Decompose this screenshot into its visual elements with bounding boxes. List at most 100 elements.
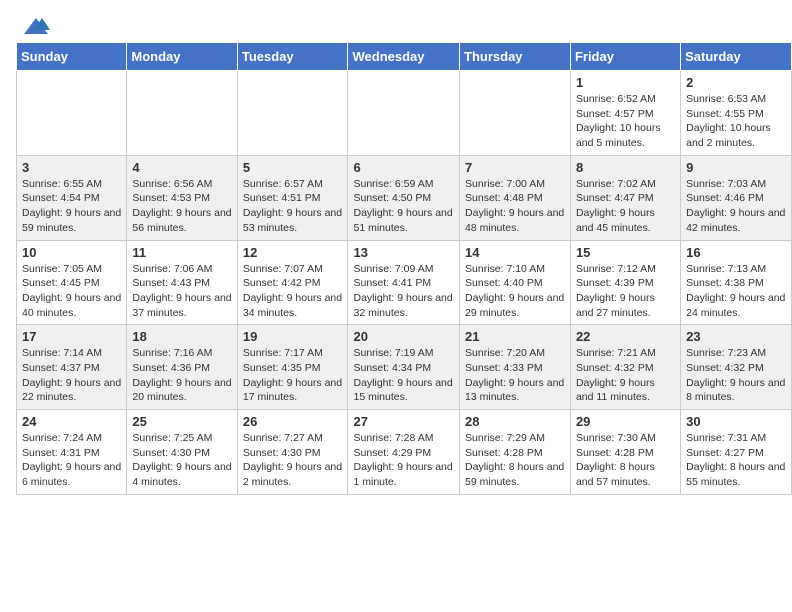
day-number: 22 — [576, 329, 675, 344]
day-number: 26 — [243, 414, 343, 429]
logo — [20, 16, 50, 34]
calendar-cell: 16 Sunrise: 7:13 AM Sunset: 4:38 PM Dayli… — [681, 240, 792, 325]
day-info: Sunrise: 6:52 AM Sunset: 4:57 PM Dayligh… — [576, 93, 661, 149]
calendar-cell: 23 Sunrise: 7:23 AM Sunset: 4:32 PM Dayli… — [681, 325, 792, 410]
day-info: Sunrise: 7:23 AM Sunset: 4:32 PM Dayligh… — [686, 347, 785, 403]
day-info: Sunrise: 7:05 AM Sunset: 4:45 PM Dayligh… — [22, 263, 121, 319]
calendar-cell: 4 Sunrise: 6:56 AM Sunset: 4:53 PM Daylig… — [127, 155, 237, 240]
weekday-monday: Monday — [127, 43, 237, 71]
day-info: Sunrise: 6:59 AM Sunset: 4:50 PM Dayligh… — [353, 178, 452, 234]
day-info: Sunrise: 6:53 AM Sunset: 4:55 PM Dayligh… — [686, 93, 771, 149]
day-info: Sunrise: 7:28 AM Sunset: 4:29 PM Dayligh… — [353, 432, 452, 488]
calendar-body: 1Sunrise: 6:52 AM Sunset: 4:57 PM Daylig… — [17, 71, 792, 495]
day-info: Sunrise: 7:27 AM Sunset: 4:30 PM Dayligh… — [243, 432, 342, 488]
logo-icon — [22, 16, 50, 38]
day-info: Sunrise: 7:20 AM Sunset: 4:33 PM Dayligh… — [465, 347, 564, 403]
day-info: Sunrise: 7:19 AM Sunset: 4:34 PM Dayligh… — [353, 347, 452, 403]
calendar-cell: 14 Sunrise: 7:10 AM Sunset: 4:40 PM Dayli… — [460, 240, 571, 325]
day-info: Sunrise: 7:25 AM Sunset: 4:30 PM Dayligh… — [132, 432, 231, 488]
calendar-cell — [348, 71, 460, 156]
calendar-cell: 30Sunrise: 7:31 AM Sunset: 4:27 PM Dayli… — [681, 410, 792, 495]
day-number: 13 — [353, 245, 454, 260]
weekday-tuesday: Tuesday — [237, 43, 348, 71]
day-number: 8 — [576, 160, 675, 175]
day-number: 29 — [576, 414, 675, 429]
day-number: 16 — [686, 245, 786, 260]
calendar-cell — [127, 71, 237, 156]
calendar-cell: 2 Sunrise: 6:53 AM Sunset: 4:55 PM Daylig… — [681, 71, 792, 156]
day-number: 17 — [22, 329, 121, 344]
calendar-cell: 18 Sunrise: 7:16 AM Sunset: 4:36 PM Dayli… — [127, 325, 237, 410]
calendar-table: SundayMondayTuesdayWednesdayThursdayFrid… — [16, 42, 792, 495]
day-info: Sunrise: 7:24 AM Sunset: 4:31 PM Dayligh… — [22, 432, 121, 488]
day-number: 23 — [686, 329, 786, 344]
day-number: 12 — [243, 245, 343, 260]
day-number: 28 — [465, 414, 565, 429]
weekday-saturday: Saturday — [681, 43, 792, 71]
day-info: Sunrise: 7:07 AM Sunset: 4:42 PM Dayligh… — [243, 263, 342, 319]
weekday-header-row: SundayMondayTuesdayWednesdayThursdayFrid… — [17, 43, 792, 71]
weekday-friday: Friday — [570, 43, 680, 71]
day-number: 4 — [132, 160, 231, 175]
calendar-week-1: 1Sunrise: 6:52 AM Sunset: 4:57 PM Daylig… — [17, 71, 792, 156]
day-info: Sunrise: 7:17 AM Sunset: 4:35 PM Dayligh… — [243, 347, 342, 403]
weekday-sunday: Sunday — [17, 43, 127, 71]
calendar-cell: 25 Sunrise: 7:25 AM Sunset: 4:30 PM Dayli… — [127, 410, 237, 495]
day-info: Sunrise: 7:09 AM Sunset: 4:41 PM Dayligh… — [353, 263, 452, 319]
day-number: 21 — [465, 329, 565, 344]
calendar-cell: 10 Sunrise: 7:05 AM Sunset: 4:45 PM Dayli… — [17, 240, 127, 325]
day-number: 27 — [353, 414, 454, 429]
calendar-week-2: 3 Sunrise: 6:55 AM Sunset: 4:54 PM Daylig… — [17, 155, 792, 240]
day-number: 6 — [353, 160, 454, 175]
calendar-cell: 6 Sunrise: 6:59 AM Sunset: 4:50 PM Daylig… — [348, 155, 460, 240]
day-number: 15 — [576, 245, 675, 260]
calendar-cell — [460, 71, 571, 156]
calendar-cell — [237, 71, 348, 156]
calendar-cell: 27 Sunrise: 7:28 AM Sunset: 4:29 PM Dayli… — [348, 410, 460, 495]
day-number: 18 — [132, 329, 231, 344]
day-info: Sunrise: 6:57 AM Sunset: 4:51 PM Dayligh… — [243, 178, 342, 234]
day-number: 19 — [243, 329, 343, 344]
day-number: 24 — [22, 414, 121, 429]
calendar-week-3: 10 Sunrise: 7:05 AM Sunset: 4:45 PM Dayli… — [17, 240, 792, 325]
calendar-cell: 17 Sunrise: 7:14 AM Sunset: 4:37 PM Dayli… — [17, 325, 127, 410]
day-info: Sunrise: 6:55 AM Sunset: 4:54 PM Dayligh… — [22, 178, 121, 234]
day-number: 2 — [686, 75, 786, 90]
calendar-cell: 22Sunrise: 7:21 AM Sunset: 4:32 PM Dayli… — [570, 325, 680, 410]
calendar-week-5: 24 Sunrise: 7:24 AM Sunset: 4:31 PM Dayli… — [17, 410, 792, 495]
day-info: Sunrise: 7:10 AM Sunset: 4:40 PM Dayligh… — [465, 263, 564, 319]
calendar-cell: 20 Sunrise: 7:19 AM Sunset: 4:34 PM Dayli… — [348, 325, 460, 410]
day-number: 25 — [132, 414, 231, 429]
day-number: 11 — [132, 245, 231, 260]
calendar-cell: 8Sunrise: 7:02 AM Sunset: 4:47 PM Daylig… — [570, 155, 680, 240]
day-number: 7 — [465, 160, 565, 175]
calendar-cell: 13 Sunrise: 7:09 AM Sunset: 4:41 PM Dayli… — [348, 240, 460, 325]
calendar-cell: 26 Sunrise: 7:27 AM Sunset: 4:30 PM Dayli… — [237, 410, 348, 495]
day-info: Sunrise: 7:29 AM Sunset: 4:28 PM Dayligh… — [465, 432, 564, 488]
calendar-cell: 3 Sunrise: 6:55 AM Sunset: 4:54 PM Daylig… — [17, 155, 127, 240]
page-header — [0, 0, 792, 42]
calendar-cell: 1Sunrise: 6:52 AM Sunset: 4:57 PM Daylig… — [570, 71, 680, 156]
day-number: 5 — [243, 160, 343, 175]
day-info: Sunrise: 7:03 AM Sunset: 4:46 PM Dayligh… — [686, 178, 785, 234]
day-info: Sunrise: 7:14 AM Sunset: 4:37 PM Dayligh… — [22, 347, 121, 403]
day-number: 10 — [22, 245, 121, 260]
day-info: Sunrise: 6:56 AM Sunset: 4:53 PM Dayligh… — [132, 178, 231, 234]
calendar-cell — [17, 71, 127, 156]
calendar-cell: 19 Sunrise: 7:17 AM Sunset: 4:35 PM Dayli… — [237, 325, 348, 410]
calendar-cell: 5 Sunrise: 6:57 AM Sunset: 4:51 PM Daylig… — [237, 155, 348, 240]
day-number: 14 — [465, 245, 565, 260]
day-info: Sunrise: 7:13 AM Sunset: 4:38 PM Dayligh… — [686, 263, 785, 319]
weekday-wednesday: Wednesday — [348, 43, 460, 71]
calendar-week-4: 17 Sunrise: 7:14 AM Sunset: 4:37 PM Dayli… — [17, 325, 792, 410]
calendar-cell: 24 Sunrise: 7:24 AM Sunset: 4:31 PM Dayli… — [17, 410, 127, 495]
day-info: Sunrise: 7:16 AM Sunset: 4:36 PM Dayligh… — [132, 347, 231, 403]
day-number: 20 — [353, 329, 454, 344]
day-info: Sunrise: 7:00 AM Sunset: 4:48 PM Dayligh… — [465, 178, 564, 234]
calendar-cell: 11Sunrise: 7:06 AM Sunset: 4:43 PM Dayli… — [127, 240, 237, 325]
day-number: 3 — [22, 160, 121, 175]
calendar-cell: 21 Sunrise: 7:20 AM Sunset: 4:33 PM Dayli… — [460, 325, 571, 410]
calendar-cell: 29Sunrise: 7:30 AM Sunset: 4:28 PM Dayli… — [570, 410, 680, 495]
calendar-cell: 7 Sunrise: 7:00 AM Sunset: 4:48 PM Daylig… — [460, 155, 571, 240]
calendar-cell: 12 Sunrise: 7:07 AM Sunset: 4:42 PM Dayli… — [237, 240, 348, 325]
